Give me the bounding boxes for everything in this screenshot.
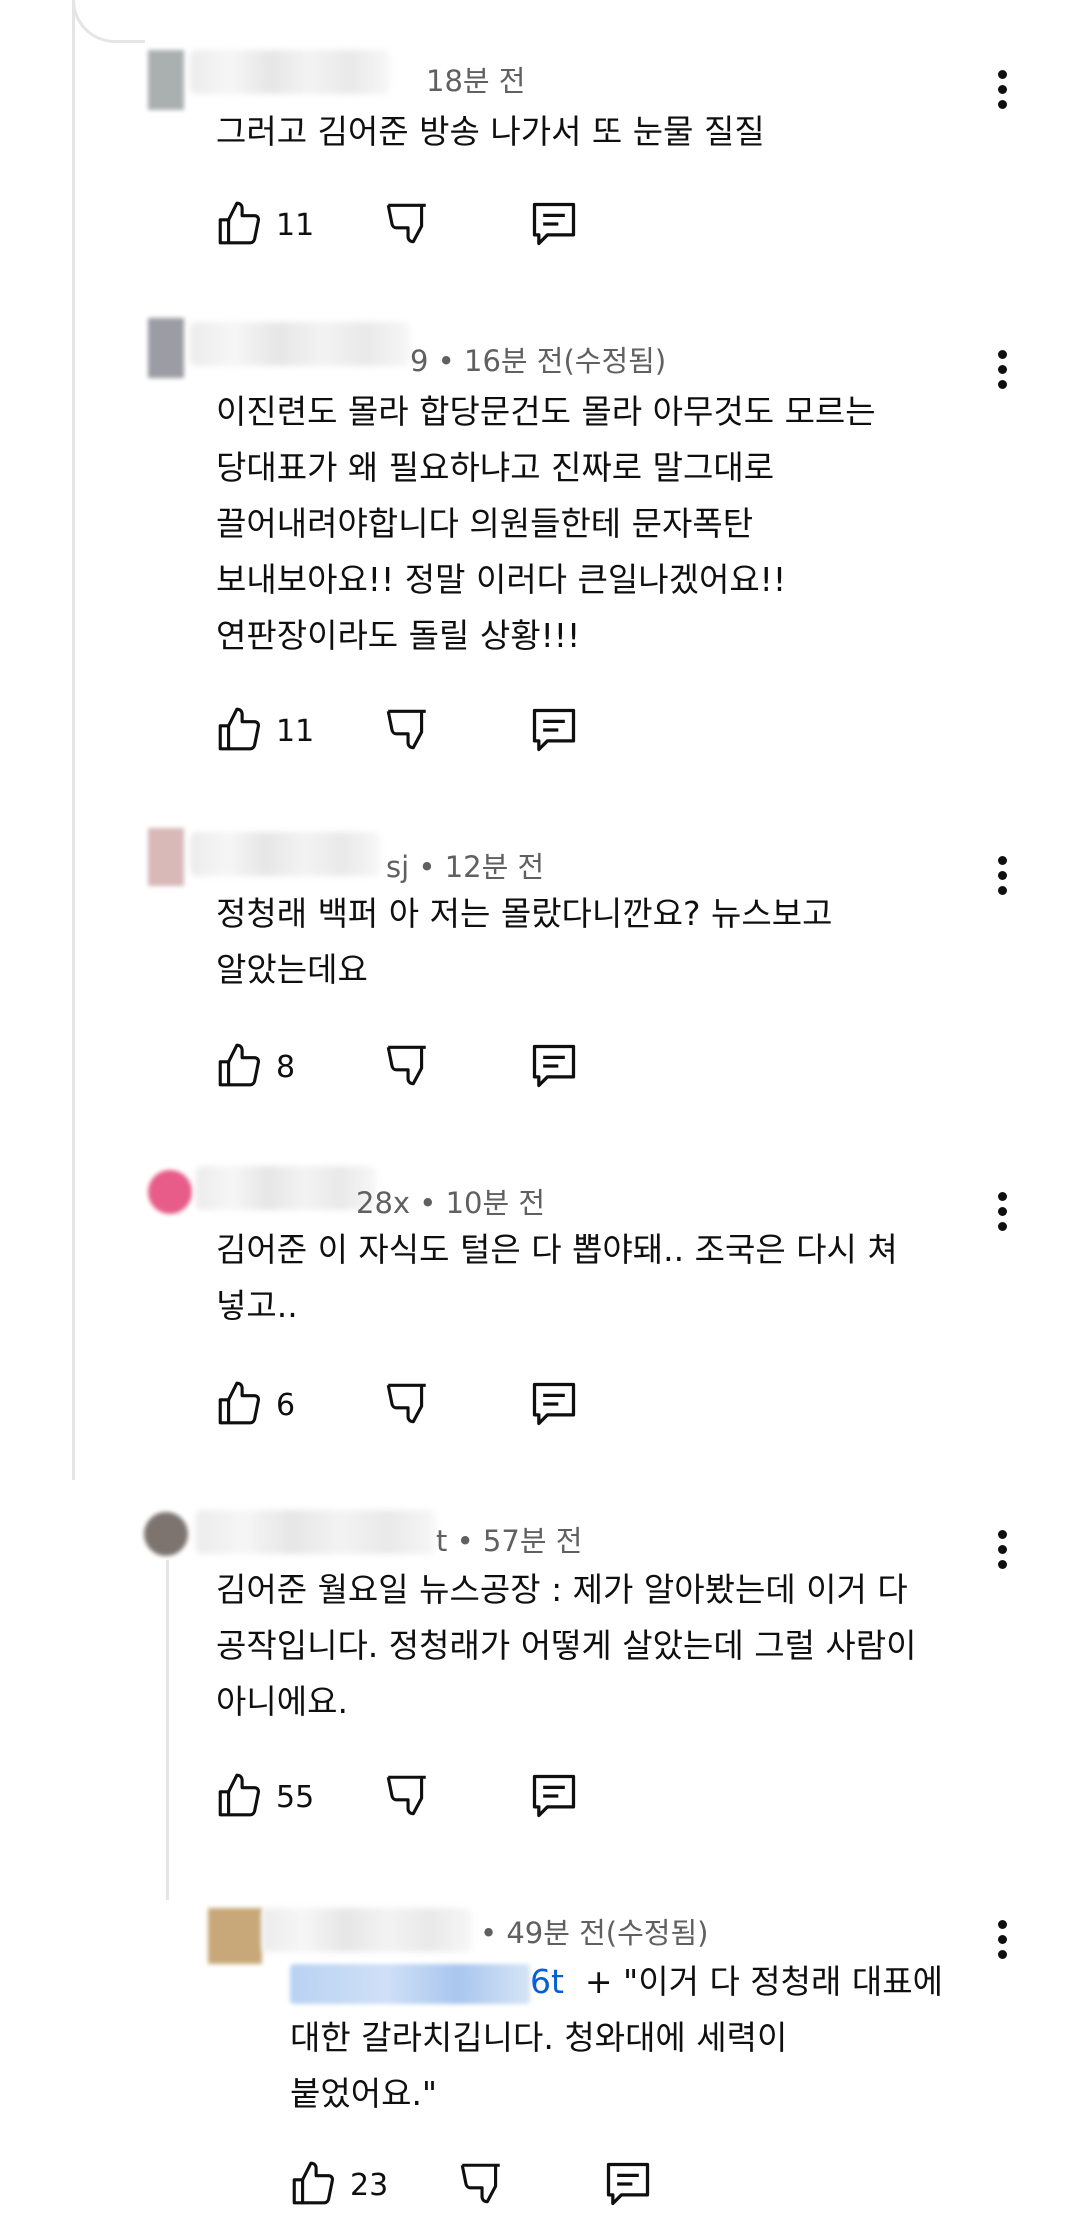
comment-line: + "이거 다 정청래 대표에 <box>584 1962 943 2001</box>
comment-text: 정청래 백퍼 아 저는 몰랐다니깐요? 뉴스보고 알았는데요 <box>216 886 832 998</box>
comment-line: 공작입니다. 정청래가 어떻게 살았는데 그럴 사람이 <box>216 1626 917 1665</box>
comment-first-line: 6t + "이거 다 정청래 대표에 <box>290 1954 943 2010</box>
comment-text: 김어준 월요일 뉴스공장 : 제가 알아봤는데 이거 다 공작입니다. 정청래가… <box>216 1562 917 1730</box>
like-count: 23 <box>350 2168 389 2203</box>
reply-icon <box>532 1044 576 1088</box>
author-name-blurred[interactable] <box>190 322 410 366</box>
comment-line: 이진련도 몰라 합당문건도 몰라 아무것도 모르는 <box>216 392 876 431</box>
thumb-down-icon <box>460 2163 500 2204</box>
more-options-button[interactable] <box>992 1530 1012 1570</box>
comment-line: 김어준 이 자식도 털은 다 뽑야돼.. 조국은 다시 쳐 <box>216 1230 898 1269</box>
thumb-up-icon <box>218 1773 260 1817</box>
like-count: 6 <box>276 1388 296 1423</box>
reply-button[interactable] <box>602 2158 654 2210</box>
more-options-button[interactable] <box>992 1192 1012 1232</box>
comment-line: 넣고.. <box>216 1286 298 1325</box>
comment-timestamp: 28x • 10분 전 <box>356 1186 546 1220</box>
thumb-down-icon <box>386 709 426 750</box>
dislike-button[interactable] <box>382 704 432 756</box>
mention-handle-blurred[interactable] <box>290 1963 530 2004</box>
thumb-up-icon <box>292 2161 334 2205</box>
reply-icon <box>606 2162 650 2206</box>
thumb-up-icon <box>218 1381 260 1425</box>
comment-line: 정청래 백퍼 아 저는 몰랐다니깐요? 뉴스보고 <box>216 894 833 933</box>
like-button[interactable] <box>214 1378 264 1430</box>
dislike-button[interactable] <box>382 1770 432 1822</box>
more-options-button[interactable] <box>992 350 1012 390</box>
avatar[interactable] <box>208 1908 262 1964</box>
like-button[interactable] <box>214 704 264 756</box>
comment-line: 끌어내려야합니다 의원들한테 문자폭탄 <box>216 504 754 543</box>
comment-text: 6t + "이거 다 정청래 대표에 대한 갈라치깁니다. 청와대에 세력이 붙… <box>290 1954 943 2122</box>
comment-timestamp: t • 57분 전 <box>436 1524 583 1558</box>
reply-icon <box>532 1774 576 1818</box>
thumb-up-icon <box>218 707 260 751</box>
comment-line: 김어준 월요일 뉴스공장 : 제가 알아봤는데 이거 다 <box>216 1570 908 1609</box>
comment-timestamp: sj • 12분 전 <box>386 850 545 884</box>
avatar[interactable] <box>148 828 184 886</box>
reply-icon <box>532 708 576 752</box>
thumb-down-icon <box>386 1383 426 1424</box>
comment-line: 그러고 김어준 방송 나가서 또 눈물 질질 <box>216 112 765 151</box>
dislike-button[interactable] <box>382 1378 432 1430</box>
comment-timestamp: 18분 전 <box>426 64 526 98</box>
reply-button[interactable] <box>528 704 580 756</box>
like-button[interactable] <box>214 1770 264 1822</box>
avatar[interactable] <box>144 1512 188 1556</box>
author-name-blurred[interactable] <box>190 50 390 94</box>
avatar[interactable] <box>148 318 184 378</box>
comment-text: 이진련도 몰라 합당문건도 몰라 아무것도 모르는 당대표가 왜 필요하냐고 진… <box>216 384 876 664</box>
dislike-button[interactable] <box>382 198 432 250</box>
reply-icon <box>532 1382 576 1426</box>
comment-timestamp: • 49분 전(수정됨) <box>480 1916 709 1950</box>
comment-line: 연판장이라도 돌릴 상황!!! <box>216 616 581 655</box>
author-name-blurred[interactable] <box>190 832 380 876</box>
dislike-button[interactable] <box>456 2158 506 2210</box>
comment-text: 김어준 이 자식도 털은 다 뽑야돼.. 조국은 다시 쳐 넣고.. <box>216 1222 898 1334</box>
thumb-down-icon <box>386 1775 426 1816</box>
like-button[interactable] <box>214 1040 264 1092</box>
reply-icon <box>532 202 576 246</box>
like-count: 11 <box>276 208 315 243</box>
thread-line <box>72 0 75 1480</box>
comment-line: 붙었어요." <box>290 2074 438 2113</box>
thread-line-reply <box>166 1560 169 1900</box>
comment-line: 대한 갈라치깁니다. 청와대에 세력이 <box>290 2018 788 2057</box>
mention-link[interactable]: 6t <box>530 1962 564 2001</box>
like-count: 55 <box>276 1780 315 1815</box>
author-name-blurred[interactable] <box>196 1166 376 1210</box>
thumb-up-icon <box>218 201 260 245</box>
comment-line: 보내보아요!! 정말 이러다 큰일나겠어요!! <box>216 560 787 599</box>
thumb-down-icon <box>386 1045 426 1086</box>
reply-button[interactable] <box>528 198 580 250</box>
more-options-button[interactable] <box>992 856 1012 896</box>
more-options-button[interactable] <box>992 1920 1012 1960</box>
thread-elbow <box>72 0 145 43</box>
thumb-up-icon <box>218 1043 260 1087</box>
thumb-down-icon <box>386 203 426 244</box>
avatar[interactable] <box>148 1170 192 1214</box>
like-button[interactable] <box>288 2158 338 2210</box>
comment-timestamp: 9 • 16분 전(수정됨) <box>410 344 667 378</box>
like-count: 11 <box>276 714 315 749</box>
reply-button[interactable] <box>528 1770 580 1822</box>
like-button[interactable] <box>214 198 264 250</box>
reply-button[interactable] <box>528 1378 580 1430</box>
comment-line: 아니에요. <box>216 1682 348 1721</box>
comment-line: 알았는데요 <box>216 950 368 989</box>
reply-button[interactable] <box>528 1040 580 1092</box>
author-name-blurred[interactable] <box>196 1510 436 1554</box>
comment-line: 당대표가 왜 필요하냐고 진짜로 말그대로 <box>216 448 775 487</box>
dislike-button[interactable] <box>382 1040 432 1092</box>
author-name-blurred[interactable] <box>262 1908 472 1952</box>
like-count: 8 <box>276 1050 296 1085</box>
more-options-button[interactable] <box>992 70 1012 110</box>
avatar[interactable] <box>148 50 184 110</box>
comment-text: 그러고 김어준 방송 나가서 또 눈물 질질 <box>216 104 765 160</box>
